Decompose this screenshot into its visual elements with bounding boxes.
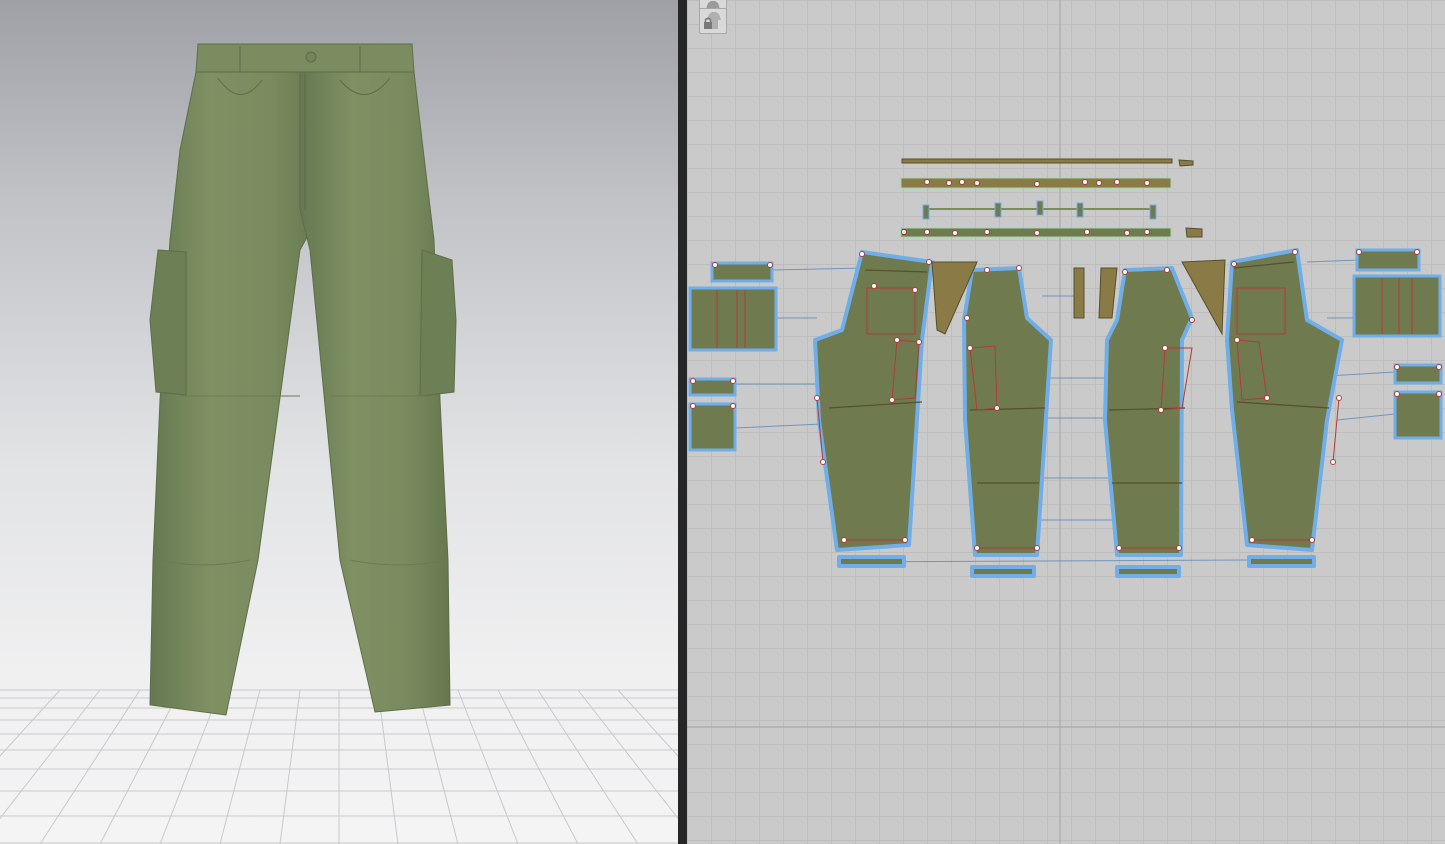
waistband-pieces [900,158,1203,238]
hem-piece [970,565,1036,578]
3d-scene [0,43,678,844]
hem-piece [1115,565,1181,578]
fly-piece [1098,267,1118,319]
hem-piece [1247,555,1316,568]
pocket-pieces-left [688,261,778,452]
back-left-panel [962,266,1053,557]
floor-grid [0,689,678,844]
pocket-pieces-right [1352,248,1443,440]
pattern-canvas [687,0,1445,844]
2d-pattern-viewport[interactable] [687,0,1445,844]
hem-piece [837,555,906,568]
cargo-pants-3d [149,43,457,716]
front-left-panel [813,250,934,552]
3d-viewport[interactable] [0,0,678,844]
panel-divider[interactable] [678,0,687,844]
back-right-panel [1103,266,1194,557]
fly-piece [1073,267,1085,319]
